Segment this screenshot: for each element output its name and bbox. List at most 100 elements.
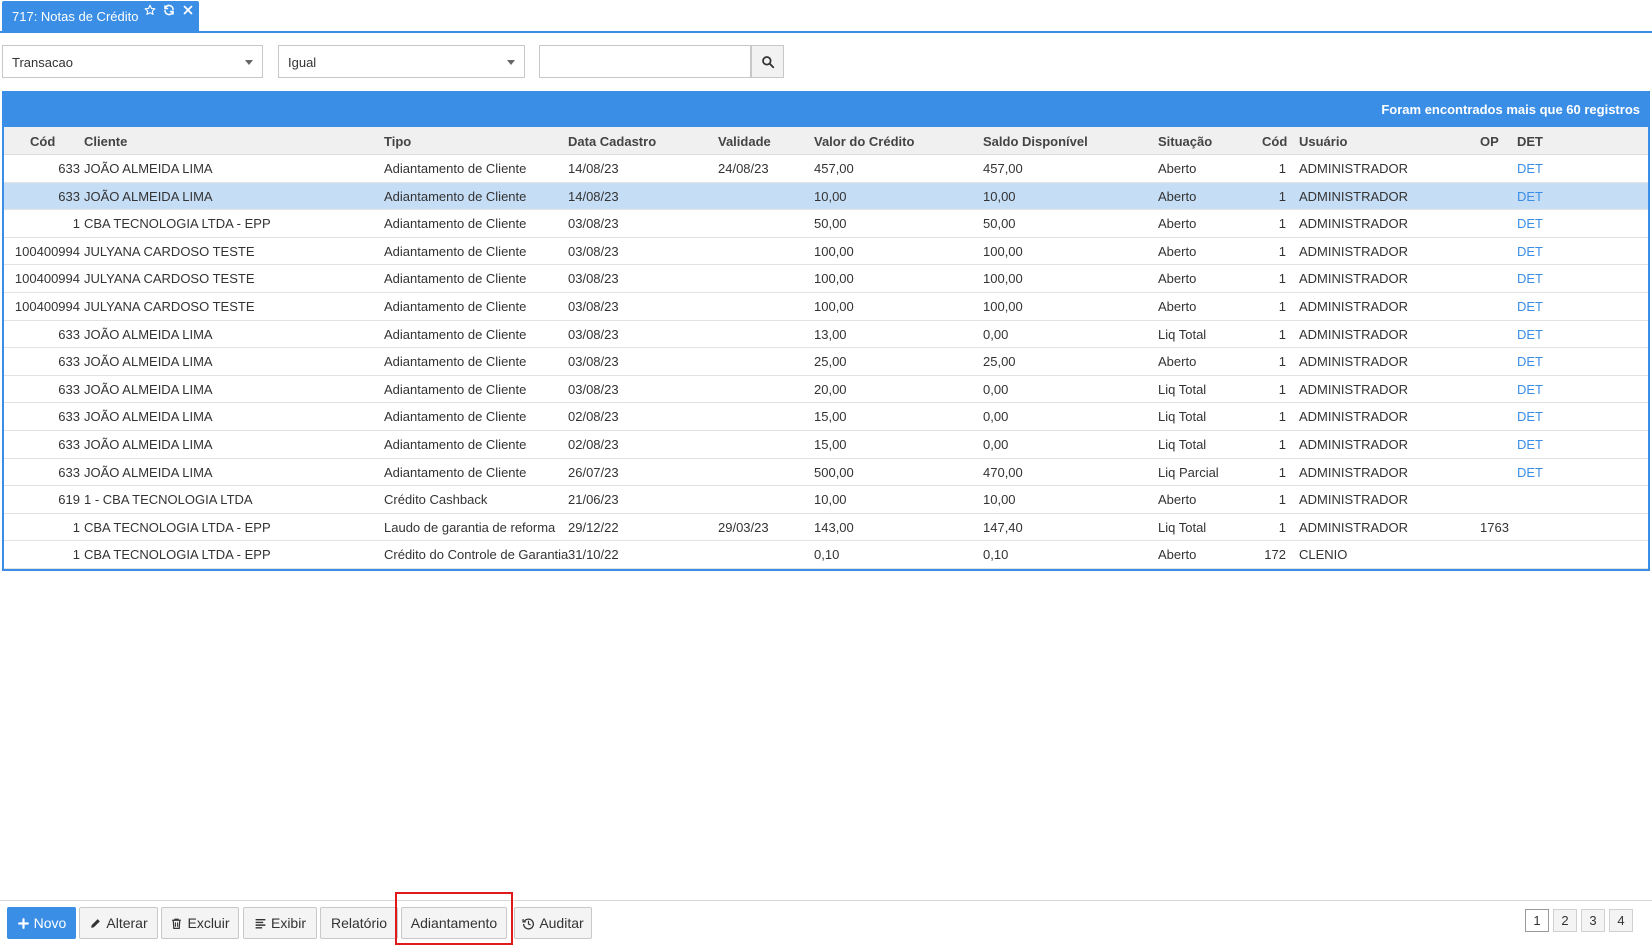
- page-button-2[interactable]: 2: [1553, 909, 1577, 932]
- column-header-cliente[interactable]: Cliente: [84, 134, 127, 149]
- table-row[interactable]: 1 CBA TECNOLOGIA LTDA - EPP Adiantamento d…: [4, 210, 1648, 238]
- cell-cod-usuario: 1: [1278, 381, 1286, 397]
- cell-data-cadastro: 03/08/23: [568, 381, 619, 397]
- column-header-usuario[interactable]: Usuário: [1299, 134, 1347, 149]
- search-input[interactable]: [539, 45, 751, 78]
- cell-valor-credito: 20,00: [814, 381, 847, 397]
- column-header-valor-credito[interactable]: Valor do Crédito: [814, 134, 914, 149]
- cell-usuario: CLENIO: [1299, 547, 1348, 563]
- det-link[interactable]: DET: [1517, 299, 1543, 314]
- table-row[interactable]: 100400994 JULYANA CARDOSO TESTE Adiantamen…: [4, 237, 1648, 266]
- table-row[interactable]: 619 1 - CBA TECNOLOGIA LTDA Crédito Cashba…: [4, 486, 1648, 514]
- search-button[interactable]: [751, 45, 784, 78]
- star-icon[interactable]: [143, 3, 157, 17]
- cell-tipo: Adiantamento de Cliente: [384, 188, 527, 204]
- cell-valor-credito: 15,00: [814, 436, 847, 452]
- det-link[interactable]: DET: [1517, 354, 1543, 369]
- det-link[interactable]: DET: [1517, 244, 1543, 259]
- table-row[interactable]: 633 JOÃO ALMEIDA LIMA Adiantamento de Clie…: [4, 155, 1648, 183]
- column-header-validade[interactable]: Validade: [718, 134, 771, 149]
- operator-select[interactable]: Igual: [278, 45, 525, 78]
- cell-cod: 633: [58, 326, 80, 342]
- cell-situacao: Liq Total: [1158, 436, 1207, 452]
- cell-data-cadastro: 03/08/23: [568, 216, 619, 232]
- novo-button-label: Novo: [33, 915, 67, 931]
- table-row[interactable]: 100400994 JULYANA CARDOSO TESTE Adiantamen…: [4, 292, 1648, 321]
- cell-data-cadastro: 31/10/22: [568, 547, 619, 563]
- table-row[interactable]: 633 JOÃO ALMEIDA LIMA Adiantamento de Clie…: [4, 182, 1648, 211]
- relatorio-button[interactable]: Relatório: [320, 907, 398, 939]
- cell-tipo: Adiantamento de Cliente: [384, 216, 527, 232]
- cell-saldo-disponivel: 50,00: [983, 216, 1016, 232]
- relatorio-button-label: Relatório: [330, 915, 388, 931]
- column-header-det[interactable]: DET: [1517, 134, 1543, 149]
- novo-button[interactable]: Novo: [7, 907, 76, 939]
- table-row[interactable]: 633 JOÃO ALMEIDA LIMA Adiantamento de Clie…: [4, 458, 1648, 487]
- cell-valor-credito: 143,00: [814, 519, 854, 535]
- column-header-op[interactable]: OP: [1480, 134, 1499, 149]
- auditar-button-label: Auditar: [539, 915, 584, 931]
- table-row[interactable]: 633 JOÃO ALMEIDA LIMA Adiantamento de Clie…: [4, 403, 1648, 431]
- cell-cod: 633: [58, 381, 80, 397]
- cell-tipo: Adiantamento de Cliente: [384, 243, 527, 259]
- cell-validade: 29/03/23: [718, 519, 769, 535]
- exibir-button[interactable]: Exibir: [243, 907, 317, 939]
- cell-usuario: ADMINISTRADOR: [1299, 409, 1409, 425]
- page-button-4[interactable]: 4: [1609, 909, 1633, 932]
- cell-cod-usuario: 1: [1278, 298, 1286, 314]
- column-header-situacao[interactable]: Situação: [1158, 134, 1212, 149]
- cell-situacao: Liq Total: [1158, 381, 1207, 397]
- table-row[interactable]: 633 JOÃO ALMEIDA LIMA Adiantamento de Clie…: [4, 375, 1648, 404]
- page-button-1[interactable]: 1: [1525, 909, 1549, 932]
- cell-cod: 633: [58, 161, 80, 176]
- cell-cliente: CBA TECNOLOGIA LTDA - EPP: [84, 519, 271, 535]
- column-header-cod-usuario[interactable]: Cód: [1262, 134, 1287, 149]
- det-link[interactable]: DET: [1517, 437, 1543, 452]
- column-header-saldo-disponivel[interactable]: Saldo Disponível: [983, 134, 1088, 149]
- excluir-button[interactable]: Excluir: [161, 907, 239, 939]
- cell-usuario: ADMINISTRADOR: [1299, 436, 1409, 452]
- chevron-down-icon: [245, 60, 253, 65]
- plus-icon: [17, 917, 29, 929]
- cell-saldo-disponivel: 0,00: [983, 381, 1009, 397]
- table-row[interactable]: 1 CBA TECNOLOGIA LTDA - EPP Crédito do Con…: [4, 541, 1648, 569]
- trash-icon: [172, 918, 182, 929]
- cell-cod-usuario: 1: [1278, 354, 1286, 370]
- det-link[interactable]: DET: [1517, 382, 1543, 397]
- table-row[interactable]: 633 JOÃO ALMEIDA LIMA Adiantamento de Clie…: [4, 348, 1648, 376]
- column-header-cod[interactable]: Cód: [30, 134, 55, 149]
- det-link[interactable]: DET: [1517, 161, 1543, 176]
- det-link[interactable]: DET: [1517, 271, 1543, 286]
- cell-situacao: Aberto: [1158, 271, 1197, 287]
- column-header-data-cadastro[interactable]: Data Cadastro: [568, 134, 656, 149]
- cell-saldo-disponivel: 457,00: [983, 161, 1023, 176]
- cell-saldo-disponivel: 10,00: [983, 188, 1016, 204]
- cell-cliente: JULYANA CARDOSO TESTE: [84, 243, 255, 259]
- cell-usuario: ADMINISTRADOR: [1299, 161, 1409, 176]
- tab-notas-de-credito[interactable]: 717: Notas de Crédito: [2, 1, 199, 32]
- field-select[interactable]: Transacao: [2, 45, 263, 78]
- refresh-icon[interactable]: [162, 3, 176, 17]
- cell-saldo-disponivel: 0,00: [983, 326, 1009, 342]
- det-link[interactable]: DET: [1517, 327, 1543, 342]
- table-row[interactable]: 100400994 JULYANA CARDOSO TESTE Adiantamen…: [4, 265, 1648, 293]
- det-link[interactable]: DET: [1517, 189, 1543, 204]
- cell-cod-usuario: 1: [1278, 326, 1286, 342]
- table-row[interactable]: 633 JOÃO ALMEIDA LIMA Adiantamento de Clie…: [4, 430, 1648, 459]
- det-link[interactable]: DET: [1517, 216, 1543, 231]
- close-icon[interactable]: [181, 3, 195, 17]
- cell-tipo: Adiantamento de Cliente: [384, 436, 527, 452]
- det-link[interactable]: DET: [1517, 465, 1543, 480]
- page-button-3[interactable]: 3: [1581, 909, 1605, 932]
- column-header-tipo[interactable]: Tipo: [384, 134, 411, 149]
- auditar-button[interactable]: Auditar: [514, 907, 592, 939]
- det-link[interactable]: DET: [1517, 409, 1543, 424]
- alterar-button[interactable]: Alterar: [79, 907, 158, 939]
- adiantamento-button[interactable]: Adiantamento: [401, 907, 507, 939]
- cell-valor-credito: 100,00: [814, 271, 854, 287]
- cell-cliente: JULYANA CARDOSO TESTE: [84, 271, 255, 287]
- cell-cod-usuario: 172: [1264, 547, 1286, 563]
- table-row[interactable]: 1 CBA TECNOLOGIA LTDA - EPP Laudo de garan…: [4, 513, 1648, 542]
- table-row[interactable]: 633 JOÃO ALMEIDA LIMA Adiantamento de Clie…: [4, 320, 1648, 349]
- history-icon: [522, 918, 535, 930]
